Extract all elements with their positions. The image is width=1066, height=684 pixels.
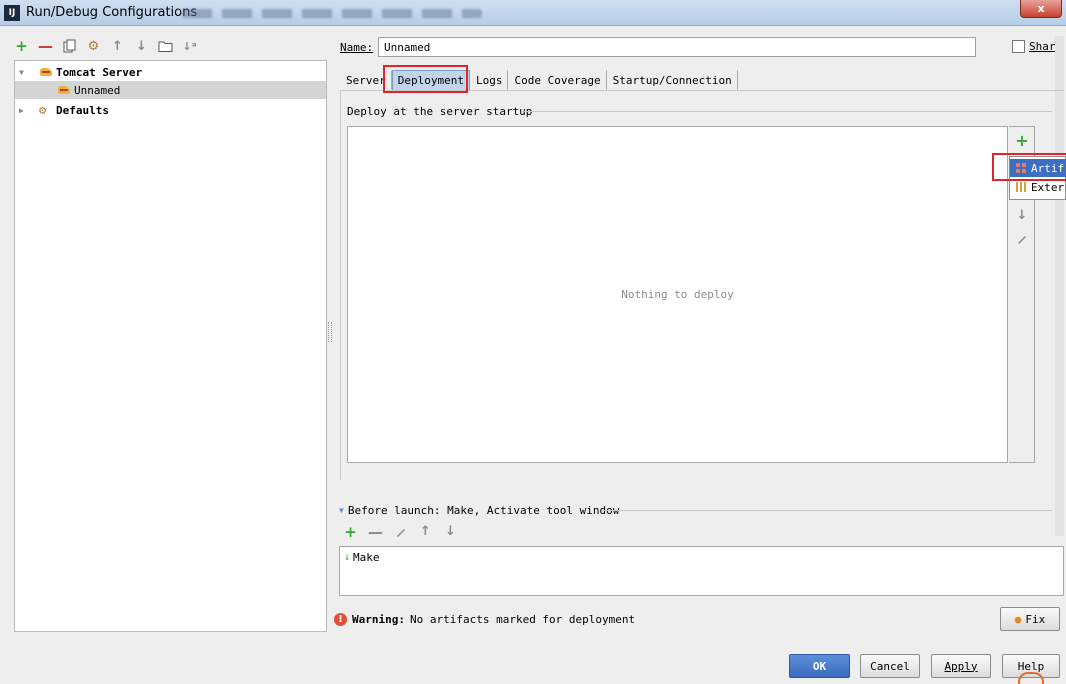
section-divider [522,111,1052,112]
blurred-title-region [182,9,482,18]
list-item[interactable]: ↓ Make [344,551,380,564]
edit-defaults-icon[interactable]: ⚙ [86,39,101,54]
artifact-icon [1015,162,1027,174]
edit-icon[interactable] [1014,231,1030,247]
expand-arrow-icon[interactable]: ▼ [19,68,29,77]
ok-button[interactable]: OK [789,654,850,678]
configuration-tree: ▼ Tomcat Server Unnamed ▶ ⚙ Defaults [14,60,327,632]
before-launch-header[interactable]: ▼ Before launch: Make, Activate tool win… [339,504,619,517]
close-button[interactable]: x [1020,0,1062,18]
deploy-section-label: Deploy at the server startup [347,105,533,118]
expand-triangle-icon[interactable]: ▼ [339,506,344,515]
tab-bar: Server Deployment Logs Code Coverage Sta… [340,70,738,90]
make-icon: ↓ [344,552,351,563]
tab-deployment[interactable]: Deployment [391,70,470,90]
move-down-icon[interactable]: ↓ [443,524,458,539]
tab-code-coverage[interactable]: Code Coverage [508,70,607,90]
add-deployment-popup: Artif Exter [1009,156,1066,200]
defaults-icon: ⚙ [39,103,47,117]
popup-item-label: Exter [1031,180,1065,194]
warning-row: ! Warning: No artifacts marked for deplo… [334,613,635,626]
apply-button[interactable]: Apply [931,654,991,678]
name-label: Name: [340,41,374,54]
deployment-list[interactable]: Nothing to deploy [347,126,1008,463]
splitter-handle[interactable] [328,322,332,342]
tree-item-tomcat-server[interactable]: ▼ Tomcat Server [15,63,326,81]
fix-button-label: Fix [1025,612,1046,626]
empty-list-text: Nothing to deploy [621,288,734,301]
title-bar: IJ Run/Debug Configurations x [0,0,1066,26]
remove-icon[interactable]: — [38,37,53,55]
move-up-icon[interactable]: ↑ [418,524,433,539]
window-title: Run/Debug Configurations [26,5,198,20]
sort-icon[interactable]: ↓ᵃ [182,39,197,54]
tree-item-label: Unnamed [74,83,121,97]
add-icon[interactable]: + [14,37,29,55]
folder-icon[interactable] [158,39,173,54]
warning-message: No artifacts marked for deployment [409,613,636,626]
tab-startup-connection[interactable]: Startup/Connection [606,70,738,90]
configurations-toolbar: + — ⚙ ↑ ↓ ↓ᵃ [14,36,197,56]
tree-item-label: Tomcat Server [56,65,143,79]
tab-logs[interactable]: Logs [469,70,509,90]
copy-icon[interactable] [62,39,77,54]
lightbulb-icon: ● [1014,612,1022,626]
warning-icon: ! [334,613,347,626]
app-icon: IJ [4,5,20,21]
tree-item-unnamed[interactable]: Unnamed [15,81,326,99]
add-icon[interactable]: + [343,523,358,541]
move-up-icon[interactable]: ↑ [110,39,125,54]
edit-icon[interactable] [393,524,408,539]
before-launch-list[interactable]: ↓ Make [339,546,1064,596]
tomcat-icon [39,66,53,78]
warning-label: Warning: [352,613,405,626]
section-divider [602,510,1052,511]
name-field[interactable] [378,37,976,57]
corner-annotation [1018,672,1044,684]
tree-item-label: Defaults [56,103,109,117]
tree-item-defaults[interactable]: ▶ ⚙ Defaults [15,101,326,119]
remove-icon[interactable]: — [368,523,383,541]
list-item-label: Make [353,551,380,564]
before-launch-toolbar: + — ↑ ↓ [343,523,458,541]
move-down-icon[interactable]: ↓ [1014,207,1030,223]
before-launch-title: Before launch: Make, Activate tool windo… [347,504,620,517]
move-down-icon[interactable]: ↓ [134,39,149,54]
popup-item-external-source[interactable]: Exter [1010,178,1066,196]
collapse-arrow-icon[interactable]: ▶ [19,106,29,115]
tab-server[interactable]: Server [340,70,392,90]
tomcat-icon [57,84,71,96]
cancel-button[interactable]: Cancel [860,654,920,678]
share-checkbox[interactable] [1012,40,1025,53]
fix-button[interactable]: ● Fix [1000,607,1060,631]
external-source-icon [1015,181,1027,193]
add-deployment-icon[interactable]: + [1014,131,1030,150]
popup-item-label: Artif [1031,161,1065,175]
popup-item-artifact[interactable]: Artif [1010,159,1066,177]
